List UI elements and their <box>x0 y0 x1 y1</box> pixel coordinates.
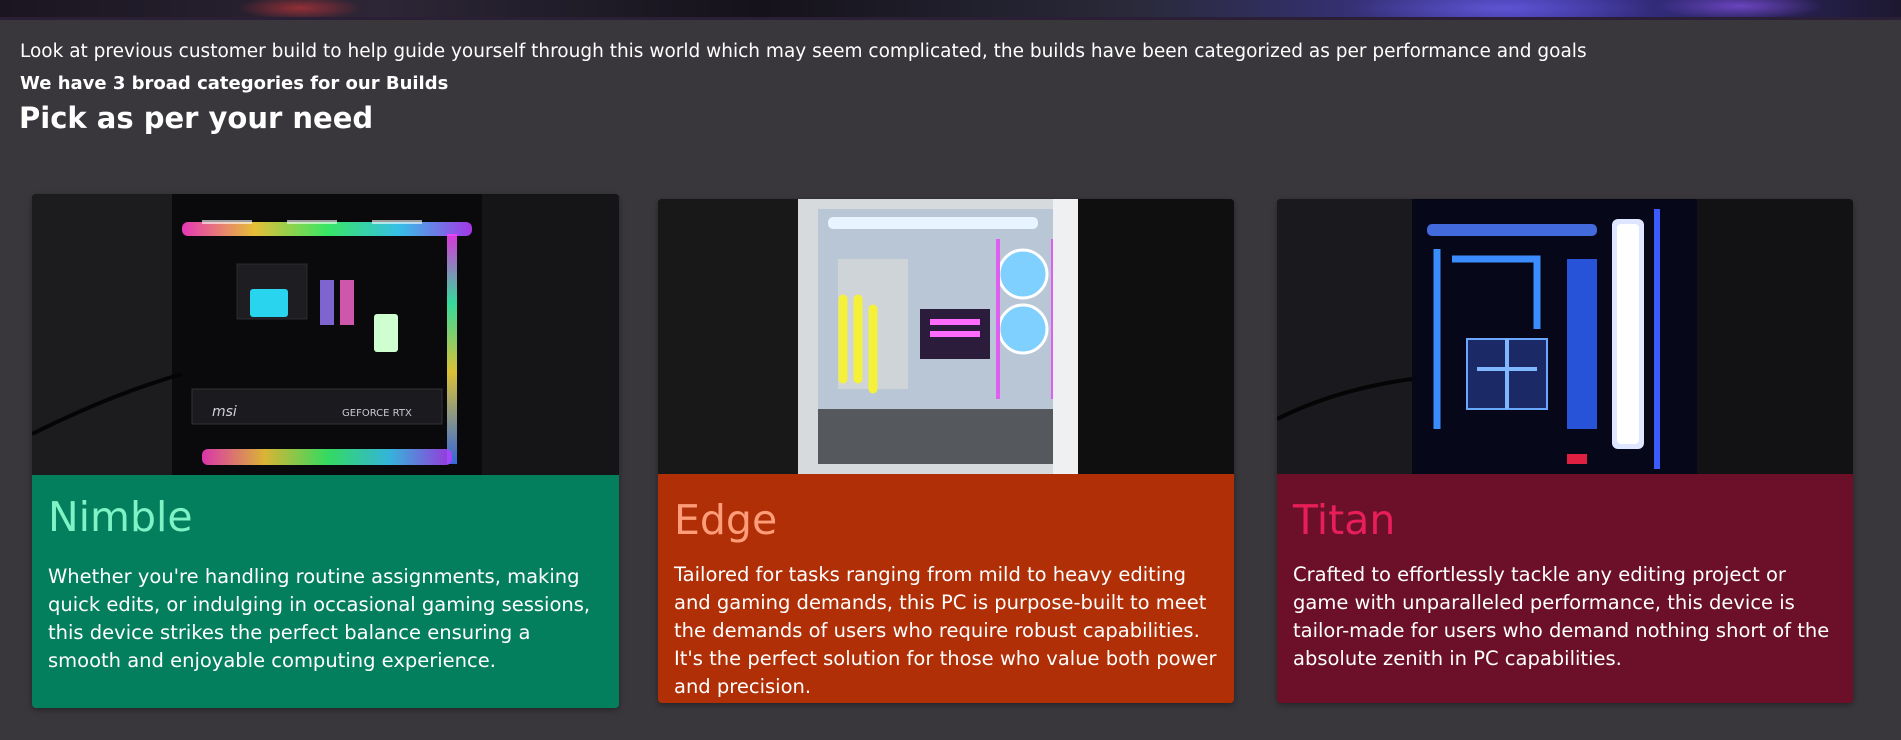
build-description-nimble: Whether you're handling routine assignme… <box>48 565 591 672</box>
section-heading: Pick as per your need <box>19 101 374 135</box>
build-title-nimble: Nimble <box>48 493 193 541</box>
build-card-titan[interactable]: Titan Crafted to effortlessly tackle any… <box>1277 199 1853 703</box>
build-card-body-edge: Edge Tailored for tasks ranging from mil… <box>658 474 1234 703</box>
build-card-body-titan: Titan Crafted to effortlessly tackle any… <box>1277 474 1853 703</box>
hero-banner-strip <box>0 0 1901 17</box>
build-card-edge[interactable]: Edge Tailored for tasks ranging from mil… <box>658 199 1234 703</box>
intro-text: Look at previous customer build to help … <box>20 41 1587 62</box>
gpu-brand-label: msi <box>212 404 237 420</box>
build-description-titan: Crafted to effortlessly tackle any editi… <box>1293 563 1830 670</box>
build-card-nimble[interactable]: msi GEFORCE RTX Nimble Whether you're ha… <box>32 194 619 708</box>
build-card-body-nimble: Nimble Whether you're handling routine a… <box>32 475 619 708</box>
build-title-titan: Titan <box>1293 496 1396 544</box>
divider <box>0 17 1901 20</box>
build-title-edge: Edge <box>674 496 778 544</box>
categories-subtitle: We have 3 broad categories for our Build… <box>20 73 449 94</box>
build-description-edge: Tailored for tasks ranging from mild to … <box>674 563 1217 698</box>
gpu-model-label: GEFORCE RTX <box>342 408 412 419</box>
build-image-edge <box>658 199 1234 474</box>
build-image-titan <box>1277 199 1853 474</box>
build-image-nimble: msi GEFORCE RTX <box>32 194 619 475</box>
